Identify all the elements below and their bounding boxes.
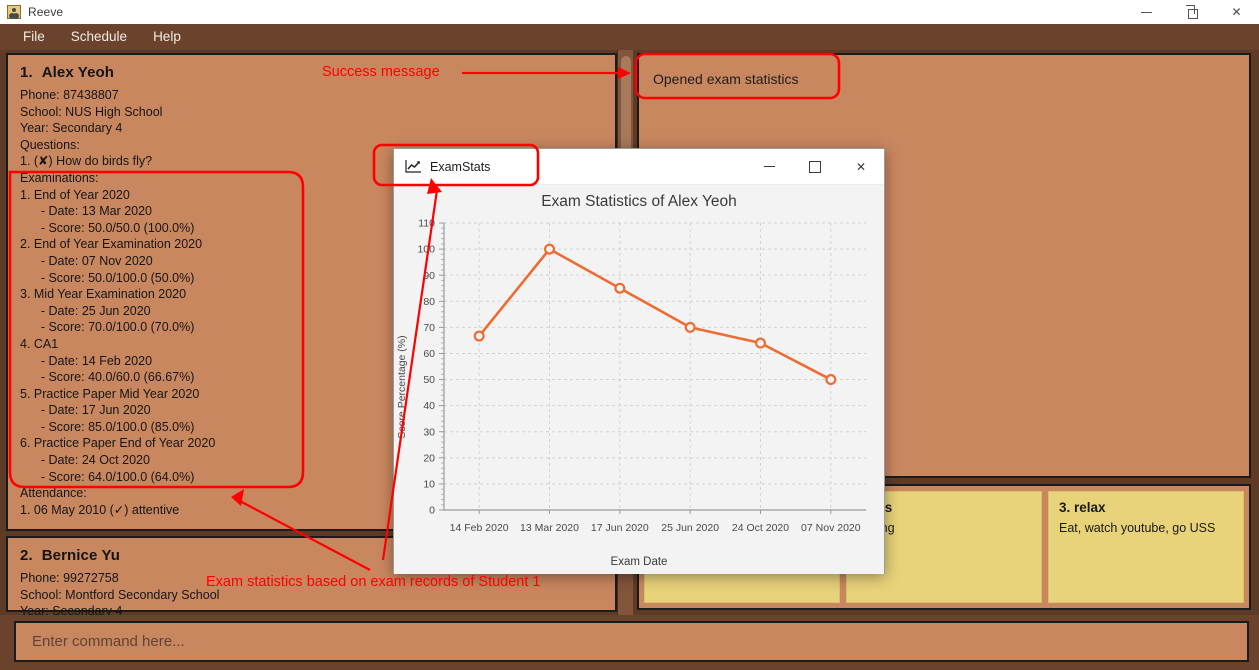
svg-text:80: 80 [423,296,435,308]
close-icon[interactable]: ✕ [1214,0,1259,24]
svg-text:30: 30 [423,426,435,438]
svg-text:40: 40 [423,400,435,412]
note-title: 3. relax [1059,500,1106,515]
student-name: Bernice Yu [41,547,120,564]
svg-text:110: 110 [418,218,435,230]
menu-item-file[interactable]: File [12,26,56,48]
student-index: 1. [20,64,33,81]
svg-text:13 Mar 2020: 13 Mar 2020 [520,522,579,534]
maximize-icon[interactable] [792,149,838,185]
svg-text:24 Oct 2020: 24 Oct 2020 [732,522,789,534]
student-detail-line: Phone: 87438807 [20,88,119,102]
svg-text:20: 20 [423,452,435,464]
svg-text:07 Nov 2020: 07 Nov 2020 [801,522,861,534]
svg-text:14 Feb 2020: 14 Feb 2020 [450,522,509,534]
svg-text:70: 70 [423,322,435,334]
exam-stats-dialog[interactable]: ExamStats ✕ Exam Statistics of Alex Yeoh… [393,148,885,574]
student-name-row: 1. Alex Yeoh [20,64,615,81]
menu-item-schedule[interactable]: Schedule [60,26,138,48]
menu-item-help[interactable]: Help [142,26,192,48]
application-window: Reeve ✕ File Schedule Help 1. Alex Yeoh P… [0,0,1259,670]
menu-bar: File Schedule Help [0,24,1259,50]
svg-text:25 Jun 2020: 25 Jun 2020 [661,522,719,534]
student-detail-line: School: Montford Secondary School [20,587,220,602]
line-chart-icon [405,160,421,173]
exam-statistics-line-chart: 0 10 20 30 40 50 60 70 80 90 100 110 14 Feb 2020 13 M… [417,218,866,534]
result-message: Opened exam statistics [653,71,799,87]
command-placeholder: Enter command here... [32,633,185,650]
svg-text:100: 100 [417,244,435,256]
svg-text:60: 60 [423,348,435,360]
window-title: Reeve [28,5,64,19]
chart-area: Exam Statistics of Alex Yeoh Score Perce… [394,185,884,574]
dialog-titlebar: ExamStats ✕ [394,149,884,185]
dialog-window-controls: ✕ [746,149,884,185]
dialog-title: ExamStats [430,159,491,174]
command-input[interactable]: Enter command here... [14,621,1249,662]
student-index: 2. [20,547,33,564]
maximize-icon[interactable] [1169,0,1214,24]
person-icon [7,5,21,19]
svg-text:90: 90 [423,270,435,282]
student-detail-line: School: NUS High School [20,104,163,119]
window-titlebar: Reeve ✕ [0,0,1259,24]
svg-text:50: 50 [423,374,435,386]
svg-text:10: 10 [423,479,435,491]
minimize-icon[interactable] [1124,0,1169,24]
note-card[interactable]: 3. relax Eat, watch youtube, go USS [1048,491,1244,603]
close-icon[interactable]: ✕ [838,149,884,185]
svg-text:17 Jun 2020: 17 Jun 2020 [591,522,649,534]
minimize-icon[interactable] [746,149,792,185]
student-name: Alex Yeoh [41,64,115,81]
window-controls: ✕ [1124,0,1259,24]
command-bar: Enter command here... [0,615,1259,670]
svg-text:0: 0 [429,505,435,517]
note-body: Eat, watch youtube, go USS [1059,521,1216,535]
student-detail-line: Year: Secondary 4 [20,121,123,136]
